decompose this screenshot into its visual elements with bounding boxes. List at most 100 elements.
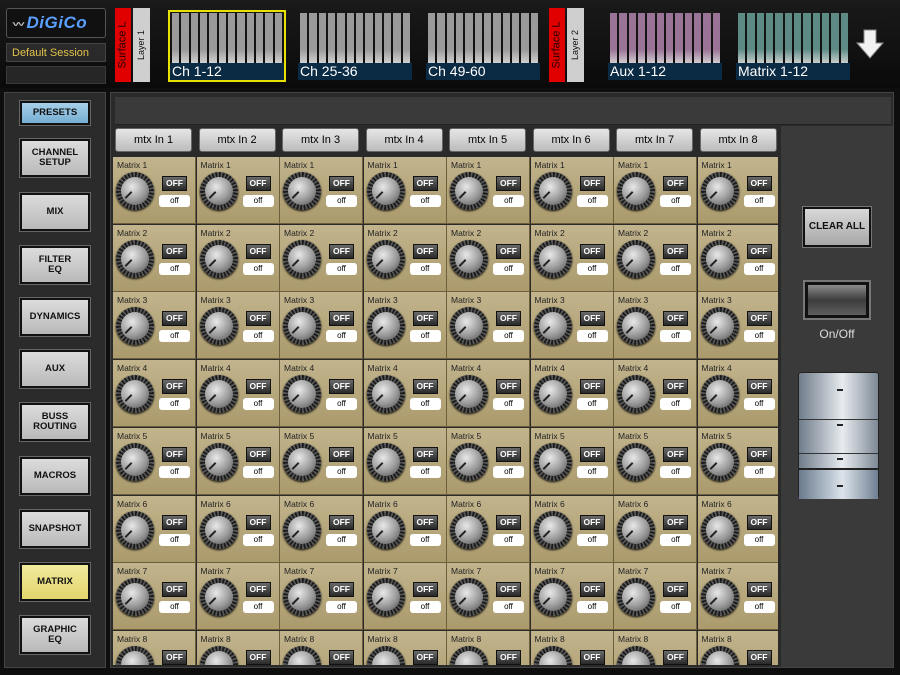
level-knob[interactable]: [450, 172, 488, 210]
level-knob[interactable]: [283, 510, 321, 549]
level-knob[interactable]: [700, 510, 739, 549]
cell-off-button[interactable]: OFF: [663, 446, 688, 462]
cell-off-button[interactable]: OFF: [746, 176, 772, 191]
sidebar-item-aux[interactable]: AUX: [20, 350, 90, 388]
level-knob[interactable]: [366, 442, 405, 481]
level-knob[interactable]: [199, 442, 238, 481]
layer-tag[interactable]: Layer 2: [567, 8, 584, 82]
level-knob[interactable]: [700, 375, 739, 414]
cell-off-button[interactable]: OFF: [496, 379, 521, 395]
cell-off-button[interactable]: OFF: [663, 311, 688, 327]
fader-handle[interactable]: [799, 468, 878, 499]
column-header[interactable]: mtx In 2: [198, 128, 276, 152]
sidebar-item-filter-eq[interactable]: FILTER EQ: [20, 246, 90, 284]
level-knob[interactable]: [617, 375, 655, 414]
level-knob[interactable]: [199, 307, 238, 346]
cell-off-button[interactable]: OFF: [496, 243, 521, 259]
level-knob[interactable]: [533, 442, 572, 481]
cell-off-button[interactable]: OFF: [412, 176, 438, 191]
cell-off-button[interactable]: OFF: [412, 514, 438, 530]
level-knob[interactable]: [366, 645, 405, 665]
bank-button[interactable]: Aux 1-12: [606, 10, 724, 82]
level-knob[interactable]: [366, 307, 405, 346]
cell-off-button[interactable]: OFF: [412, 446, 438, 462]
level-knob[interactable]: [283, 578, 321, 617]
clear-all-button[interactable]: CLEAR ALL: [803, 207, 871, 247]
column-header[interactable]: mtx In 3: [282, 128, 359, 152]
cell-off-button[interactable]: OFF: [162, 379, 187, 395]
level-knob[interactable]: [617, 442, 655, 481]
cell-off-button[interactable]: OFF: [579, 514, 605, 530]
sidebar-item-channel-setup[interactable]: CHANNEL SETUP: [20, 139, 90, 177]
cell-off-button[interactable]: OFF: [329, 649, 354, 665]
column-header[interactable]: mtx In 7: [616, 128, 693, 152]
cell-off-button[interactable]: OFF: [496, 446, 521, 462]
cell-off-button[interactable]: OFF: [162, 176, 187, 191]
cell-off-button[interactable]: OFF: [496, 514, 521, 530]
column-header[interactable]: mtx In 8: [699, 128, 777, 152]
level-knob[interactable]: [700, 239, 739, 278]
level-knob[interactable]: [450, 307, 488, 346]
cell-off-button[interactable]: OFF: [663, 514, 688, 530]
sidebar-item-snapshot[interactable]: SNAPSHOT: [20, 510, 90, 548]
column-header[interactable]: mtx In 6: [532, 128, 610, 152]
surface-tag[interactable]: Surface L: [549, 8, 565, 82]
cell-off-button[interactable]: OFF: [245, 514, 271, 530]
level-knob[interactable]: [199, 645, 238, 665]
sidebar-item-matrix[interactable]: MATRIX: [20, 563, 90, 601]
level-knob[interactable]: [450, 375, 488, 414]
level-knob[interactable]: [116, 239, 154, 278]
level-knob[interactable]: [116, 172, 154, 210]
level-knob[interactable]: [366, 375, 405, 414]
cell-off-button[interactable]: OFF: [245, 243, 271, 259]
level-knob[interactable]: [366, 578, 405, 617]
cell-off-button[interactable]: OFF: [162, 582, 187, 598]
cell-off-button[interactable]: OFF: [746, 582, 772, 598]
cell-off-button[interactable]: OFF: [245, 582, 271, 598]
cell-off-button[interactable]: OFF: [579, 446, 605, 462]
cell-off-button[interactable]: OFF: [579, 176, 605, 191]
cell-off-button[interactable]: OFF: [746, 446, 772, 462]
cell-off-button[interactable]: OFF: [162, 243, 187, 259]
cell-off-button[interactable]: OFF: [329, 446, 354, 462]
cell-off-button[interactable]: OFF: [162, 514, 187, 530]
level-knob[interactable]: [116, 645, 154, 665]
cell-off-button[interactable]: OFF: [162, 649, 187, 665]
cell-off-button[interactable]: OFF: [245, 649, 271, 665]
level-knob[interactable]: [617, 645, 655, 665]
level-knob[interactable]: [283, 172, 321, 210]
sidebar-item-buss-routing[interactable]: BUSS ROUTING: [20, 403, 90, 441]
cell-off-button[interactable]: OFF: [663, 243, 688, 259]
level-knob[interactable]: [283, 239, 321, 278]
sidebar-item-macros[interactable]: MACROS: [20, 457, 90, 495]
cell-off-button[interactable]: OFF: [496, 582, 521, 598]
level-knob[interactable]: [366, 172, 405, 210]
on-off-button[interactable]: [803, 280, 871, 320]
level-knob[interactable]: [199, 239, 238, 278]
level-knob[interactable]: [116, 375, 154, 414]
cell-off-button[interactable]: OFF: [746, 311, 772, 327]
level-knob[interactable]: [533, 172, 572, 210]
bank-button[interactable]: Ch 1-12: [168, 10, 286, 82]
cell-off-button[interactable]: OFF: [329, 379, 354, 395]
cell-off-button[interactable]: OFF: [496, 176, 521, 191]
level-knob[interactable]: [283, 307, 321, 346]
level-knob[interactable]: [617, 510, 655, 549]
cell-off-button[interactable]: OFF: [412, 243, 438, 259]
cell-off-button[interactable]: OFF: [329, 176, 354, 191]
cell-off-button[interactable]: OFF: [245, 311, 271, 327]
cell-off-button[interactable]: OFF: [329, 311, 354, 327]
level-knob[interactable]: [533, 510, 572, 549]
level-knob[interactable]: [617, 239, 655, 278]
level-knob[interactable]: [700, 307, 739, 346]
level-knob[interactable]: [450, 442, 488, 481]
cell-off-button[interactable]: OFF: [329, 582, 354, 598]
level-knob[interactable]: [533, 307, 572, 346]
level-knob[interactable]: [283, 645, 321, 665]
bank-button[interactable]: Matrix 1-12: [734, 10, 852, 82]
cell-off-button[interactable]: OFF: [579, 582, 605, 598]
cell-off-button[interactable]: OFF: [329, 514, 354, 530]
cell-off-button[interactable]: OFF: [746, 514, 772, 530]
arrow-down-icon[interactable]: [855, 28, 885, 60]
level-knob[interactable]: [116, 578, 154, 617]
